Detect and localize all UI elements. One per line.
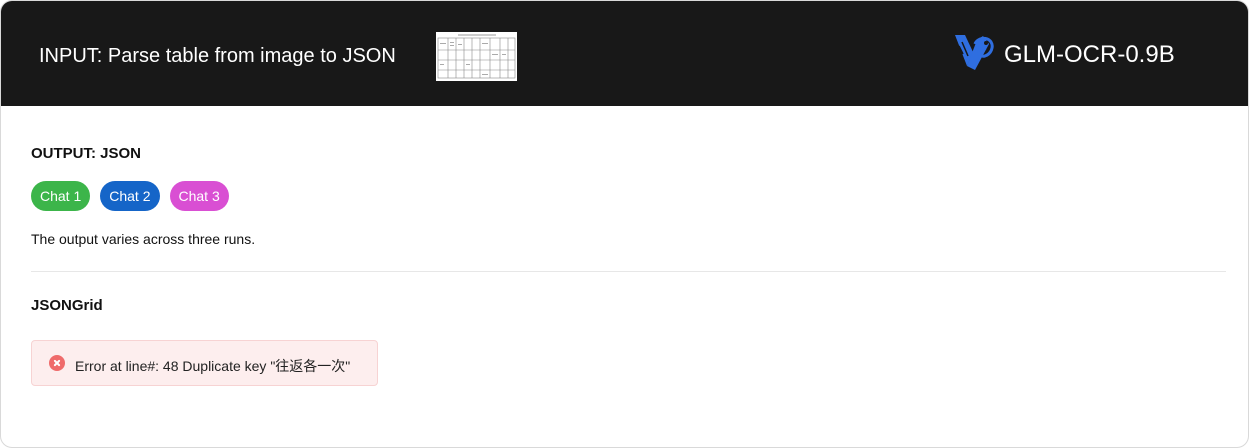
chat-1-button[interactable]: Chat 1 bbox=[31, 181, 91, 211]
table-image-thumbnail[interactable] bbox=[436, 32, 517, 81]
error-circle-icon bbox=[49, 355, 65, 371]
model-name: GLM-OCR-0.9B bbox=[1004, 41, 1175, 68]
chat-tabs: Chat 1 Chat 2 Chat 3 bbox=[31, 181, 229, 211]
input-label: INPUT: Parse table from image to JSON bbox=[39, 45, 396, 67]
output-title: OUTPUT: JSON bbox=[31, 145, 142, 162]
error-message: Error at line#: 48 Duplicate key "往返各一次" bbox=[75, 358, 351, 374]
section-divider bbox=[31, 271, 1226, 272]
output-description: The output varies across three runs. bbox=[31, 231, 256, 247]
result-card: INPUT: Parse table from image to JSON GL… bbox=[0, 0, 1249, 448]
error-alert: Error at line#: 48 Duplicate key "往返各一次" bbox=[31, 340, 378, 386]
header-bar: INPUT: Parse table from image to JSON GL… bbox=[1, 1, 1248, 106]
jsongrid-title: JSONGrid bbox=[31, 297, 103, 314]
glm-logo-icon bbox=[953, 32, 995, 72]
chat-2-button[interactable]: Chat 2 bbox=[100, 181, 160, 211]
chat-3-button[interactable]: Chat 3 bbox=[169, 181, 229, 211]
